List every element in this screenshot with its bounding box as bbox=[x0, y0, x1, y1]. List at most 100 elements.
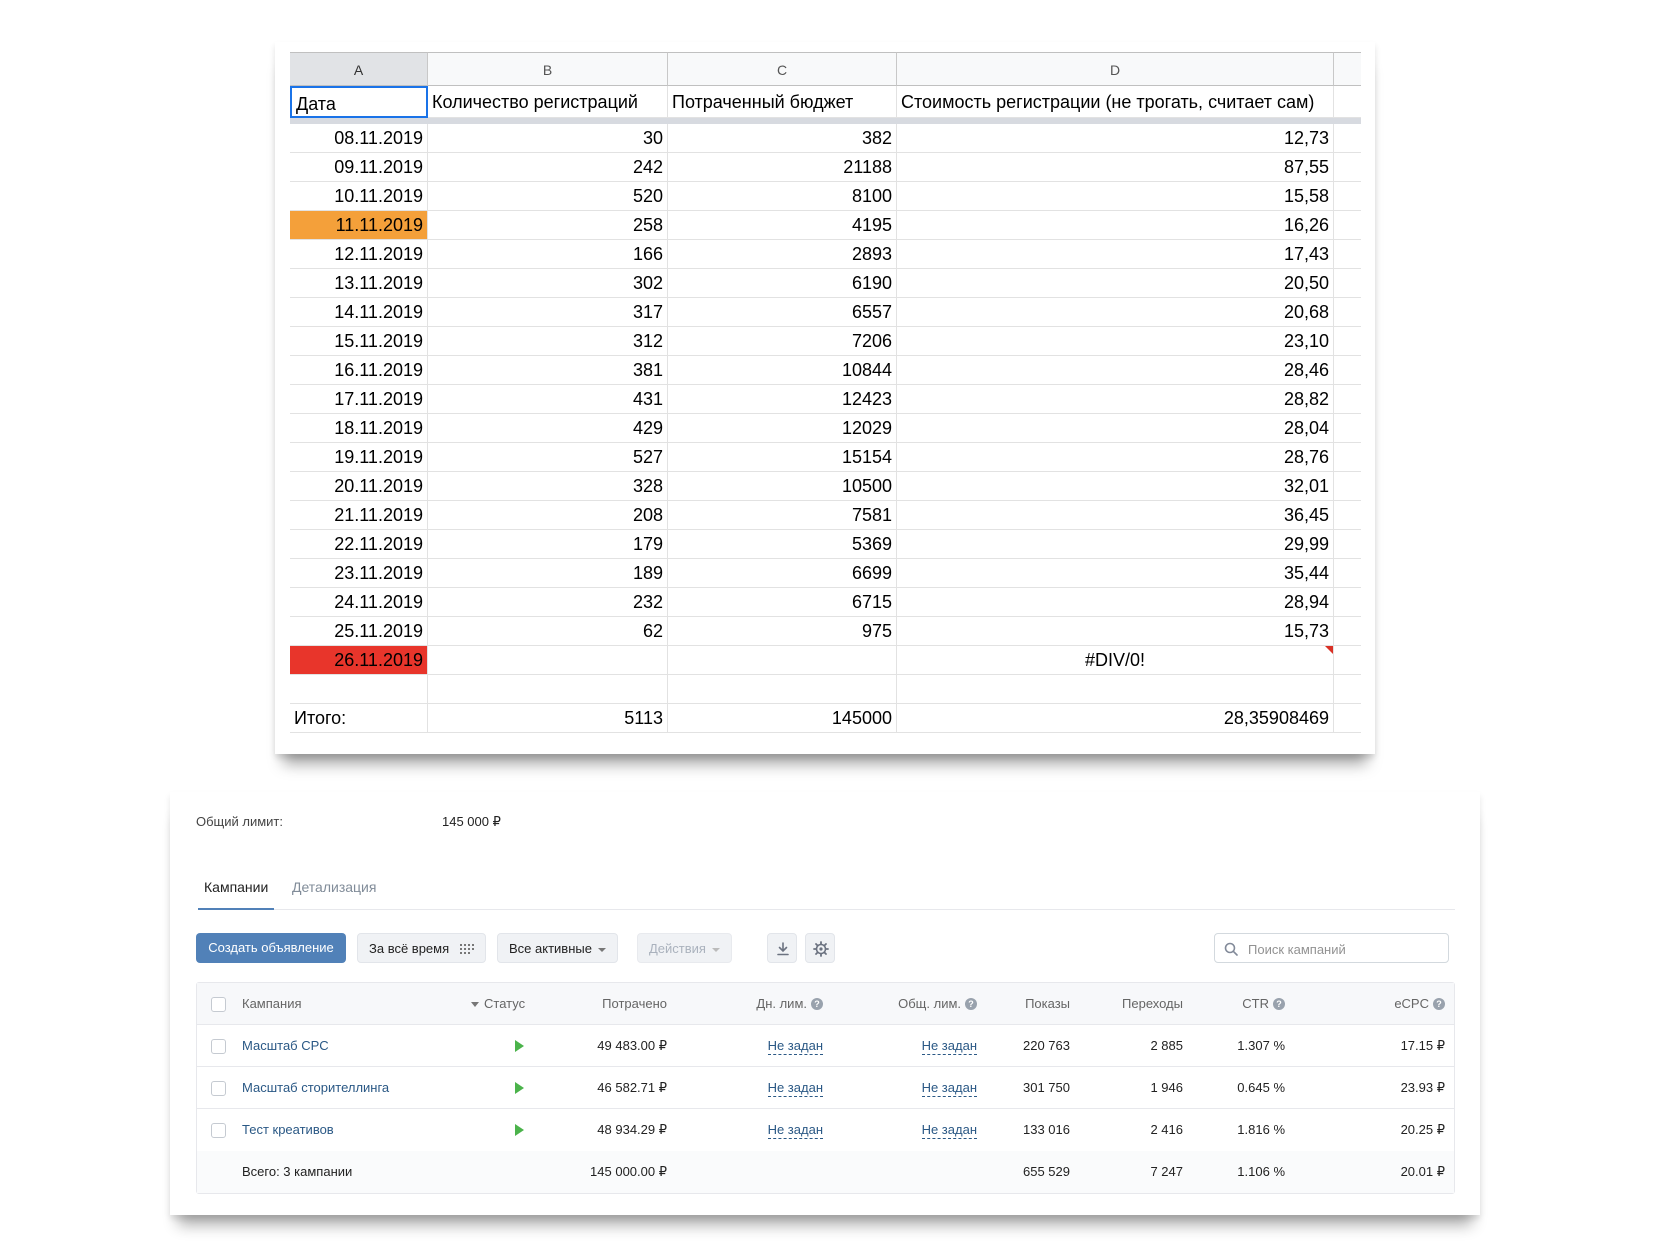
cell-budget[interactable]: 6699 bbox=[668, 559, 897, 588]
cell-budget[interactable]: 975 bbox=[668, 617, 897, 646]
cell-cost[interactable]: 20,50 bbox=[897, 269, 1334, 298]
cell-date[interactable]: 12.11.2019 bbox=[290, 240, 428, 269]
cell-registrations[interactable]: 232 bbox=[428, 588, 668, 617]
cell-empty[interactable] bbox=[1334, 356, 1361, 385]
cell-empty[interactable] bbox=[1334, 153, 1361, 182]
column-ecpc[interactable]: eCPC? bbox=[1297, 983, 1445, 1025]
cell-empty[interactable] bbox=[1334, 240, 1361, 269]
cell-empty[interactable] bbox=[668, 675, 897, 704]
cell-cost[interactable]: 17,43 bbox=[897, 240, 1334, 269]
help-icon[interactable]: ? bbox=[811, 998, 823, 1010]
cell-empty[interactable] bbox=[1334, 617, 1361, 646]
play-status-icon[interactable] bbox=[515, 1040, 524, 1052]
cell-total-label[interactable]: Итого: bbox=[290, 704, 428, 733]
cell-date[interactable]: 22.11.2019 bbox=[290, 530, 428, 559]
cell-date[interactable]: 19.11.2019 bbox=[290, 443, 428, 472]
cell-date[interactable]: 23.11.2019 bbox=[290, 559, 428, 588]
cell-registrations[interactable]: 208 bbox=[428, 501, 668, 530]
column-header-e[interactable] bbox=[1334, 52, 1361, 86]
period-button[interactable]: За всё время bbox=[357, 933, 486, 963]
help-icon[interactable]: ? bbox=[1273, 998, 1285, 1010]
cell-budget[interactable] bbox=[668, 646, 897, 675]
column-header-a[interactable]: A bbox=[290, 52, 428, 86]
cell-empty[interactable] bbox=[1334, 182, 1361, 211]
cell-empty[interactable] bbox=[1334, 327, 1361, 356]
cell-cost[interactable]: 32,01 bbox=[897, 472, 1334, 501]
cell-budget[interactable]: 10844 bbox=[668, 356, 897, 385]
cell-total-budget[interactable]: 145000 bbox=[668, 704, 897, 733]
column-impressions[interactable]: Показы bbox=[987, 983, 1070, 1025]
cell-registrations[interactable]: 166 bbox=[428, 240, 668, 269]
cell-cost[interactable]: 12,73 bbox=[897, 124, 1334, 153]
cell-cost[interactable]: 28,04 bbox=[897, 414, 1334, 443]
help-icon[interactable]: ? bbox=[965, 998, 977, 1010]
cell-date[interactable]: 18.11.2019 bbox=[290, 414, 428, 443]
cell-date[interactable]: 15.11.2019 bbox=[290, 327, 428, 356]
cell-registrations[interactable]: 30 bbox=[428, 124, 668, 153]
cell-date[interactable]: 11.11.2019 bbox=[290, 211, 428, 240]
row-checkbox[interactable] bbox=[211, 1123, 226, 1138]
cell-registrations[interactable]: 328 bbox=[428, 472, 668, 501]
cell-cost[interactable]: 28,76 bbox=[897, 443, 1334, 472]
total-limit-link[interactable]: Не задан bbox=[921, 1122, 977, 1139]
column-spent[interactable]: Потрачено bbox=[567, 983, 667, 1025]
day-limit-link[interactable]: Не задан bbox=[767, 1122, 823, 1139]
row-checkbox[interactable] bbox=[211, 1081, 226, 1096]
cell-registrations[interactable]: 179 bbox=[428, 530, 668, 559]
tab-campaigns[interactable]: Кампании bbox=[198, 878, 275, 910]
cell-date[interactable]: 21.11.2019 bbox=[290, 501, 428, 530]
cell-empty[interactable] bbox=[1334, 472, 1361, 501]
cell-registrations[interactable]: 242 bbox=[428, 153, 668, 182]
cell-registrations[interactable]: 431 bbox=[428, 385, 668, 414]
column-header-d[interactable]: D bbox=[897, 52, 1334, 86]
cell-cost-error[interactable]: #DIV/0! bbox=[897, 646, 1334, 675]
cell-empty[interactable] bbox=[428, 675, 668, 704]
cell-title-registrations[interactable]: Количество регистраций bbox=[428, 86, 668, 118]
cell-cost[interactable]: 36,45 bbox=[897, 501, 1334, 530]
cell-budget[interactable]: 12029 bbox=[668, 414, 897, 443]
cell-date[interactable]: 25.11.2019 bbox=[290, 617, 428, 646]
cell-date[interactable]: 17.11.2019 bbox=[290, 385, 428, 414]
cell-cost[interactable]: 20,68 bbox=[897, 298, 1334, 327]
cell-budget[interactable]: 5369 bbox=[668, 530, 897, 559]
column-day-limit[interactable]: Дн. лим.? bbox=[717, 983, 823, 1025]
cell-empty[interactable] bbox=[1334, 269, 1361, 298]
cell-title-empty[interactable] bbox=[1334, 86, 1361, 118]
cell-title-budget[interactable]: Потраченный бюджет bbox=[668, 86, 897, 118]
cell-cost[interactable]: 28,94 bbox=[897, 588, 1334, 617]
cell-cost[interactable]: 15,58 bbox=[897, 182, 1334, 211]
cell-empty[interactable] bbox=[1334, 124, 1361, 153]
cell-empty[interactable] bbox=[1334, 559, 1361, 588]
total-limit-link[interactable]: Не задан bbox=[921, 1080, 977, 1097]
cell-total-registrations[interactable]: 5113 bbox=[428, 704, 668, 733]
column-header-c[interactable]: C bbox=[668, 52, 897, 86]
cell-budget[interactable]: 8100 bbox=[668, 182, 897, 211]
cell-empty[interactable] bbox=[290, 675, 428, 704]
play-status-icon[interactable] bbox=[515, 1082, 524, 1094]
column-campaign[interactable]: Кампания bbox=[242, 983, 302, 1025]
cell-budget[interactable]: 6190 bbox=[668, 269, 897, 298]
day-limit-link[interactable]: Не задан bbox=[767, 1038, 823, 1055]
cell-budget[interactable]: 382 bbox=[668, 124, 897, 153]
status-filter-dropdown[interactable]: Все активные bbox=[497, 933, 618, 963]
create-ad-button[interactable]: Создать объявление bbox=[196, 933, 346, 963]
cell-cost[interactable]: 35,44 bbox=[897, 559, 1334, 588]
cell-registrations[interactable]: 520 bbox=[428, 182, 668, 211]
day-limit-link[interactable]: Не задан bbox=[767, 1080, 823, 1097]
cell-cost[interactable]: 28,46 bbox=[897, 356, 1334, 385]
cell-date[interactable]: 16.11.2019 bbox=[290, 356, 428, 385]
cell-total-cost[interactable]: 28,35908469 bbox=[897, 704, 1334, 733]
row-checkbox[interactable] bbox=[211, 1039, 226, 1054]
cell-date[interactable]: 08.11.2019 bbox=[290, 124, 428, 153]
help-icon[interactable]: ? bbox=[1433, 998, 1445, 1010]
search-input[interactable] bbox=[1248, 939, 1438, 959]
search-box[interactable] bbox=[1214, 933, 1449, 963]
cell-registrations[interactable]: 258 bbox=[428, 211, 668, 240]
cell-budget[interactable]: 6715 bbox=[668, 588, 897, 617]
cell-date[interactable]: 14.11.2019 bbox=[290, 298, 428, 327]
cell-registrations[interactable]: 189 bbox=[428, 559, 668, 588]
cell-empty[interactable] bbox=[1334, 414, 1361, 443]
cell-cost[interactable]: 15,73 bbox=[897, 617, 1334, 646]
cell-budget[interactable]: 2893 bbox=[668, 240, 897, 269]
cell-registrations[interactable]: 62 bbox=[428, 617, 668, 646]
